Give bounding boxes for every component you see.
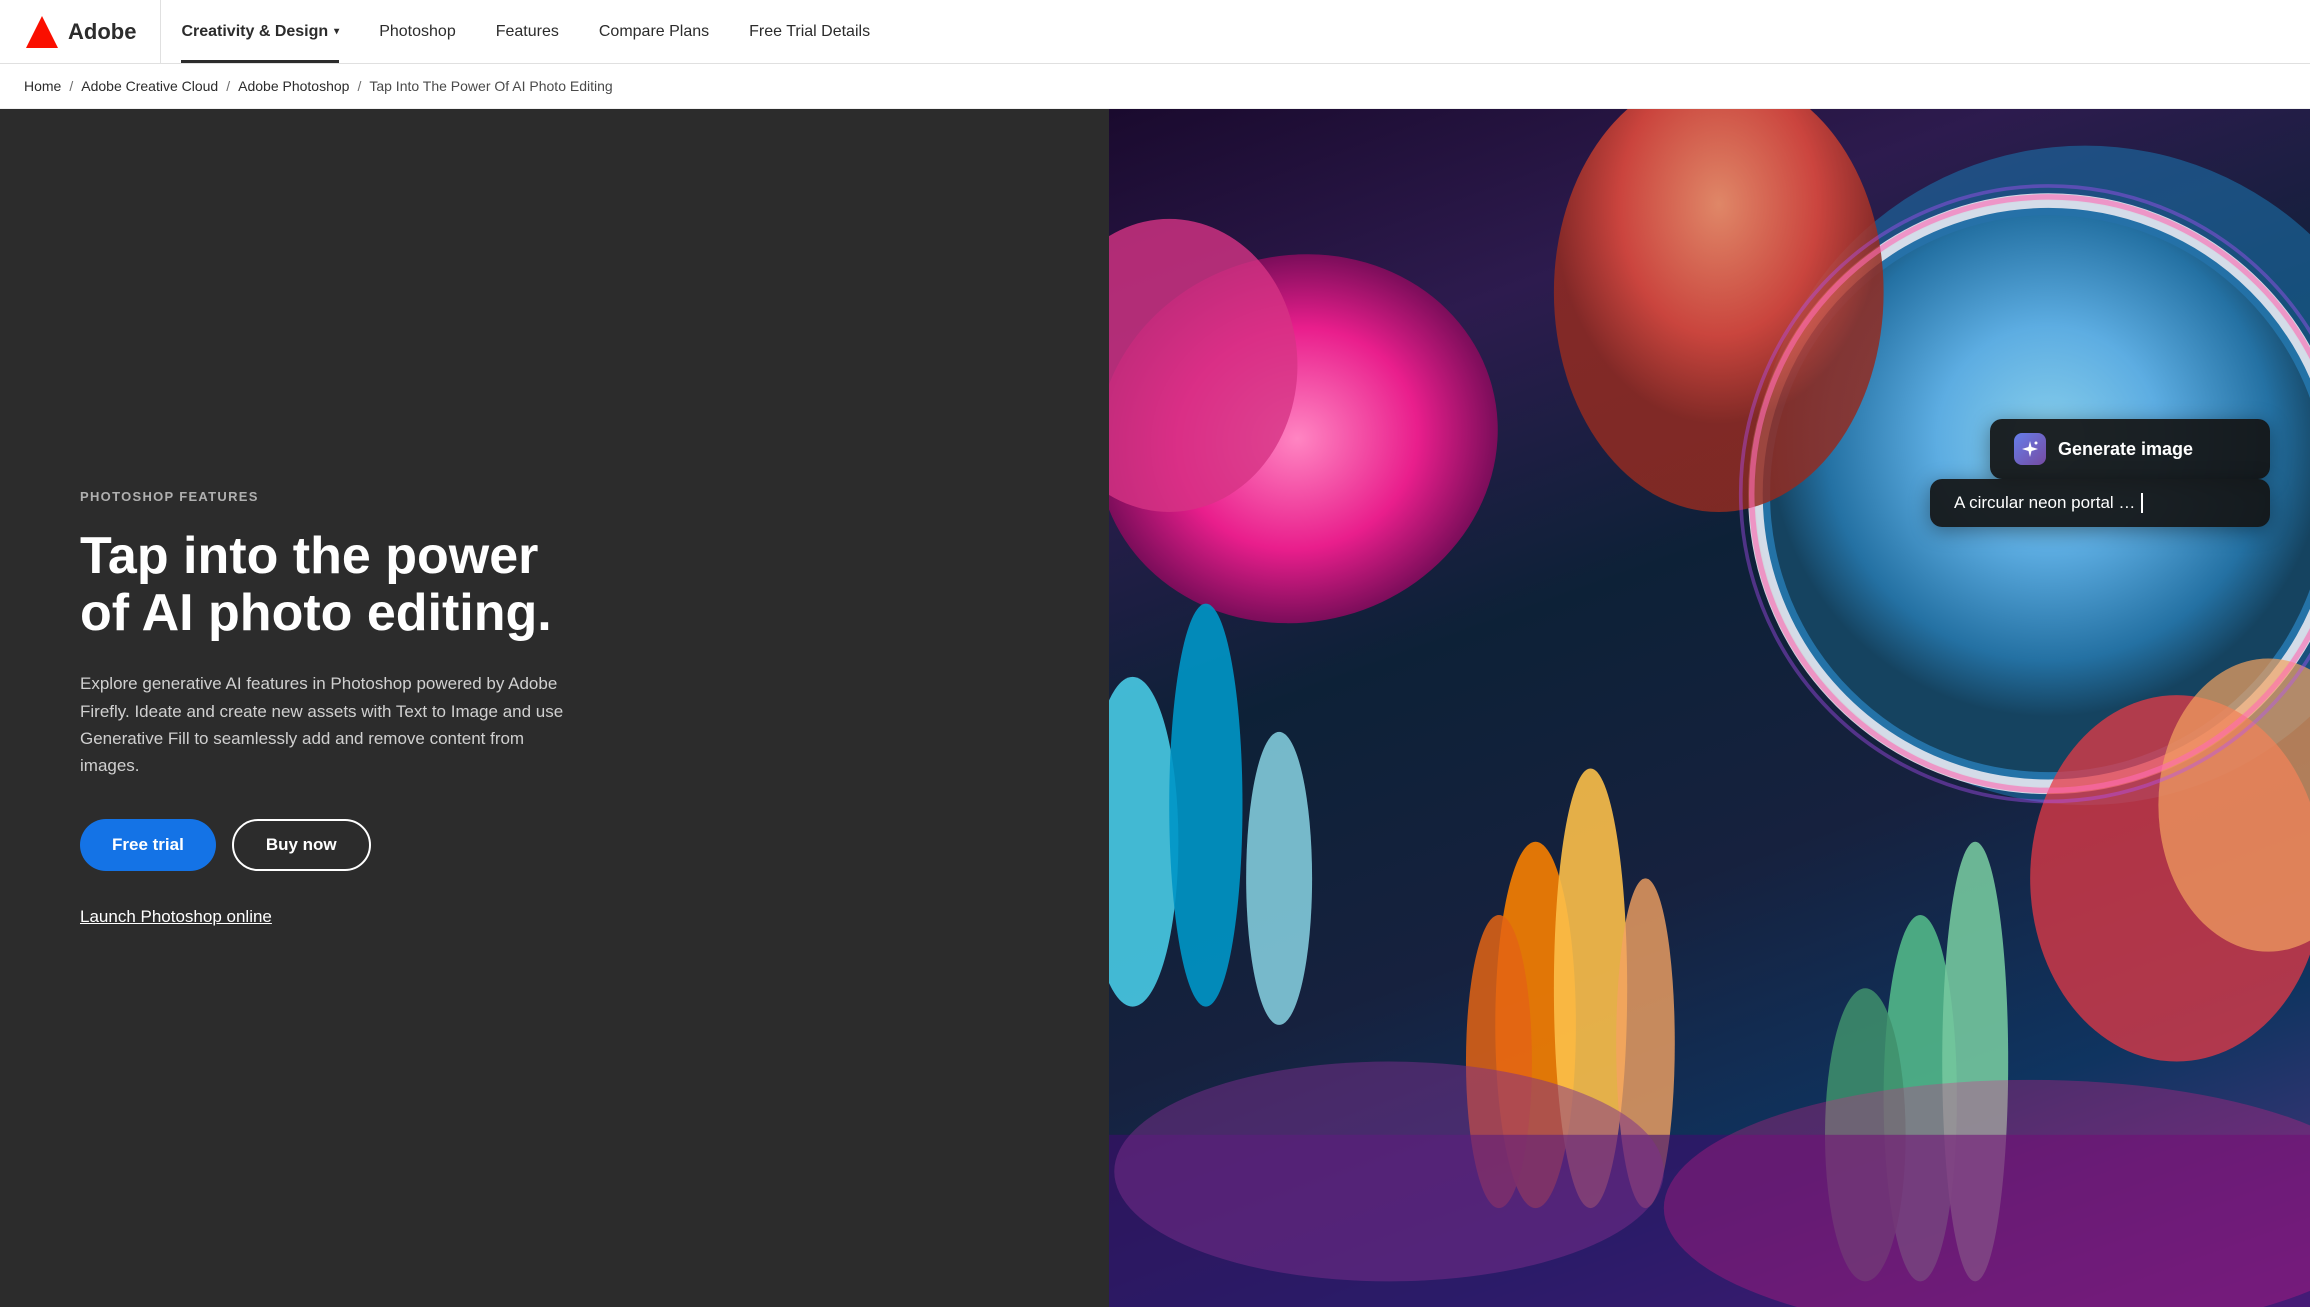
ai-prompt-text: A circular neon portal … <box>1954 493 2135 513</box>
breadcrumb: Home / Adobe Creative Cloud / Adobe Phot… <box>0 64 2310 109</box>
breadcrumb-separator-2: / <box>226 78 230 94</box>
nav-item-creativity-design[interactable]: Creativity & Design ▾ <box>161 0 359 63</box>
ai-generate-icon <box>2014 433 2046 465</box>
breadcrumb-current-page: Tap Into The Power Of AI Photo Editing <box>369 78 612 94</box>
free-trial-button[interactable]: Free trial <box>80 819 216 871</box>
coral-svg <box>1109 109 2310 1307</box>
nav-item-free-trial-details[interactable]: Free Trial Details <box>729 0 890 63</box>
ai-generate-label: Generate image <box>2058 439 2193 460</box>
main-nav: Creativity & Design ▾ Photoshop Features… <box>161 0 890 63</box>
nav-item-compare-plans[interactable]: Compare Plans <box>579 0 729 63</box>
breadcrumb-creative-cloud[interactable]: Adobe Creative Cloud <box>81 78 218 94</box>
hero-description: Explore generative AI features in Photos… <box>80 670 580 779</box>
sparkle-icon <box>2020 439 2040 459</box>
breadcrumb-separator-1: / <box>69 78 73 94</box>
ai-text-prompt-box[interactable]: A circular neon portal … <box>1930 479 2270 527</box>
breadcrumb-separator-3: / <box>357 78 361 94</box>
hero-right: Generate image A circular neon portal … <box>1109 109 2310 1307</box>
cta-buttons: Free trial Buy now <box>80 819 1029 871</box>
breadcrumb-home[interactable]: Home <box>24 78 61 94</box>
buy-now-button[interactable]: Buy now <box>232 819 371 871</box>
cursor-blink <box>2141 493 2143 513</box>
hero-section: PHOTOSHOP FEATURES Tap into the power of… <box>0 109 2310 1307</box>
nav-item-photoshop[interactable]: Photoshop <box>359 0 476 63</box>
breadcrumb-photoshop[interactable]: Adobe Photoshop <box>238 78 349 94</box>
adobe-wordmark: Adobe <box>68 19 136 45</box>
hero-title: Tap into the power of AI photo editing. <box>80 528 600 642</box>
header: Adobe Creativity & Design ▾ Photoshop Fe… <box>0 0 2310 64</box>
hero-left: PHOTOSHOP FEATURES Tap into the power of… <box>0 109 1109 1307</box>
chevron-down-icon: ▾ <box>334 26 339 37</box>
adobe-logo-icon <box>24 14 60 50</box>
ai-generate-button[interactable]: Generate image <box>1990 419 2270 479</box>
nav-item-features[interactable]: Features <box>476 0 579 63</box>
launch-photoshop-link[interactable]: Launch Photoshop online <box>80 907 1029 927</box>
hero-image: Generate image A circular neon portal … <box>1109 109 2310 1307</box>
section-label: PHOTOSHOP FEATURES <box>80 489 1029 504</box>
logo-area: Adobe <box>24 0 161 63</box>
